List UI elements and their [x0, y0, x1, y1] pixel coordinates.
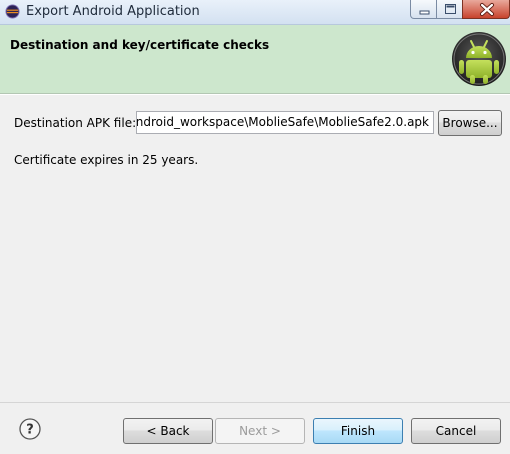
footer-separator	[0, 402, 510, 403]
destination-apk-value: ndroid_workspace\MoblieSafe\MoblieSafe2.…	[136, 115, 429, 129]
next-button[interactable]: Next >	[215, 418, 305, 444]
android-logo-icon	[452, 32, 506, 86]
minimize-button[interactable]	[410, 0, 437, 19]
header-separator	[0, 94, 510, 95]
svg-text:?: ?	[26, 423, 34, 438]
maximize-button[interactable]	[436, 0, 463, 19]
destination-apk-field[interactable]: ndroid_workspace\MoblieSafe\MoblieSafe2.…	[136, 111, 434, 134]
back-button[interactable]: < Back	[123, 418, 213, 444]
destination-apk-label: Destination APK file:	[14, 116, 137, 130]
browse-button[interactable]: Browse...	[438, 110, 502, 136]
cancel-button[interactable]: Cancel	[411, 418, 501, 444]
header-banner: Destination and key/certificate checks	[0, 25, 510, 94]
title-bar[interactable]: Export Android Application	[0, 0, 510, 25]
help-icon[interactable]: ?	[19, 418, 41, 440]
page-title: Destination and key/certificate checks	[10, 38, 270, 52]
certificate-status-text: Certificate expires in 25 years.	[14, 153, 199, 167]
maximize-icon	[445, 4, 456, 14]
eclipse-app-icon	[5, 4, 20, 19]
close-button[interactable]	[462, 0, 510, 19]
close-icon	[480, 3, 494, 16]
export-android-dialog: Export Android Application Destination a…	[0, 0, 510, 454]
window-title: Export Android Application	[26, 4, 200, 19]
minimize-icon	[419, 10, 430, 15]
finish-button[interactable]: Finish	[313, 418, 403, 444]
